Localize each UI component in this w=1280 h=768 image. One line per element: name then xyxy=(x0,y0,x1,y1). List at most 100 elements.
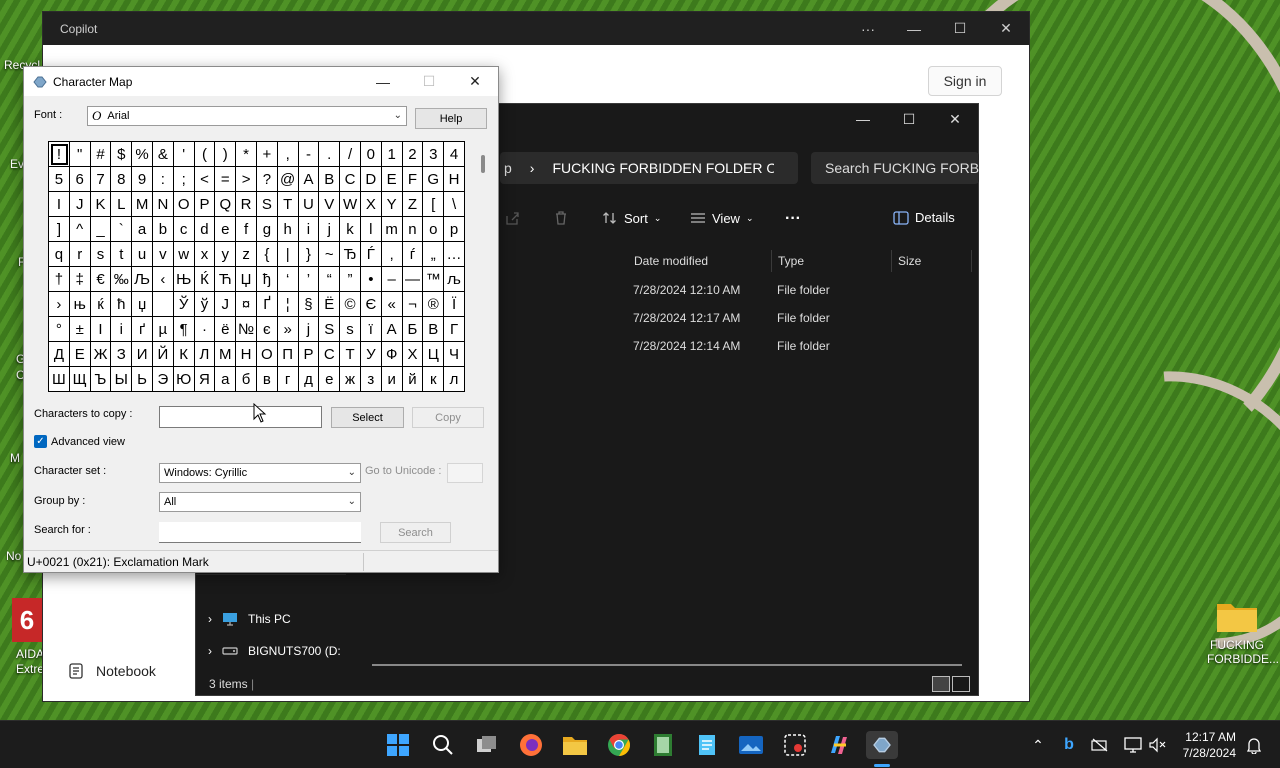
character-cell[interactable]: A xyxy=(298,167,320,192)
character-cell[interactable]: М xyxy=(215,342,237,367)
minimize-button[interactable]: — xyxy=(360,67,406,96)
character-cell[interactable]: L xyxy=(111,192,133,217)
character-cell[interactable]: P xyxy=(194,192,216,217)
character-set-dropdown[interactable]: Windows: Cyrillic ⌄ xyxy=(159,463,361,483)
character-cell[interactable]: Ы xyxy=(111,367,133,392)
character-cell[interactable]: » xyxy=(277,317,299,342)
character-cell[interactable]: i xyxy=(298,217,320,242)
character-cell[interactable]: С xyxy=(319,342,341,367)
character-cell[interactable]: c xyxy=(173,217,195,242)
character-cell[interactable]: . xyxy=(319,142,341,167)
desktop-icon-label[interactable]: No xyxy=(6,549,21,563)
scrollbar-thumb[interactable] xyxy=(481,155,485,173)
column-header-type[interactable]: Type xyxy=(772,250,892,272)
close-button[interactable]: ✕ xyxy=(452,67,498,96)
character-cell[interactable]: ! xyxy=(49,142,70,167)
character-cell[interactable]: Џ xyxy=(236,267,257,292)
character-cell[interactable]: д xyxy=(298,367,320,392)
character-cell[interactable]: ; xyxy=(173,167,195,192)
character-cell[interactable]: ђ xyxy=(256,267,278,292)
character-cell[interactable]: " xyxy=(69,142,91,167)
character-cell[interactable]: $ xyxy=(111,142,133,167)
character-cell[interactable]: 9 xyxy=(132,167,153,192)
character-cell[interactable]: y xyxy=(215,242,237,267)
character-cell[interactable]: ’ xyxy=(298,267,320,292)
character-cell[interactable]: M xyxy=(132,192,153,217)
character-cell[interactable]: Ё xyxy=(319,292,341,317)
task-view-button[interactable] xyxy=(473,731,501,759)
character-cell[interactable]: < xyxy=(194,167,216,192)
character-cell[interactable]: ~ xyxy=(319,242,341,267)
search-button[interactable]: Search xyxy=(380,522,451,543)
character-cell[interactable]: p xyxy=(444,217,465,242)
character-cell[interactable]: b xyxy=(152,217,174,242)
character-cell[interactable]: { xyxy=(256,242,278,267)
character-cell[interactable]: ё xyxy=(215,317,237,342)
column-header-size[interactable]: Size xyxy=(892,250,972,272)
character-cell[interactable]: Н xyxy=(236,342,257,367)
notebook-button[interactable]: Notebook xyxy=(68,663,156,679)
character-cell[interactable]: µ xyxy=(152,317,174,342)
character-cell[interactable]: Ш xyxy=(49,367,70,392)
share-button[interactable] xyxy=(504,210,520,226)
character-cell[interactable]: № xyxy=(236,317,257,342)
character-cell[interactable]: а xyxy=(215,367,237,392)
character-cell[interactable]: T xyxy=(277,192,299,217)
character-cell[interactable]: D xyxy=(360,167,382,192)
character-cell[interactable]: ќ xyxy=(90,292,112,317)
character-cell[interactable]: й xyxy=(402,367,424,392)
breadcrumb-current[interactable]: FUCKING FORBIDDEN FOLDER ON \ xyxy=(552,160,774,176)
character-cell[interactable]: ° xyxy=(49,317,70,342)
character-cell[interactable]: Ј xyxy=(215,292,237,317)
character-cell[interactable]: ‘ xyxy=(277,267,299,292)
character-cell[interactable]: ¬ xyxy=(402,292,424,317)
character-cell[interactable]: ‡ xyxy=(69,267,91,292)
character-cell[interactable]: ј xyxy=(298,317,320,342)
character-cell[interactable]: X xyxy=(360,192,382,217)
advanced-view-checkbox[interactable]: ✓ Advanced view xyxy=(34,435,125,448)
character-cell[interactable]: З xyxy=(111,342,133,367)
desktop-icon-label[interactable]: AIDA xyxy=(16,647,44,661)
character-cell[interactable]: « xyxy=(381,292,403,317)
character-cell[interactable]: Ћ xyxy=(215,267,237,292)
volume-button[interactable] xyxy=(1143,731,1171,759)
character-cell[interactable]: O xyxy=(173,192,195,217)
character-cell[interactable]: Ь xyxy=(132,367,153,392)
character-cell[interactable]: o xyxy=(423,217,445,242)
character-cell[interactable]: з xyxy=(360,367,382,392)
character-cell[interactable]: > xyxy=(236,167,257,192)
character-cell[interactable]: Х xyxy=(402,342,424,367)
character-cell[interactable]: б xyxy=(236,367,257,392)
character-cell[interactable]: l xyxy=(360,217,382,242)
character-cell[interactable]: / xyxy=(340,142,361,167)
character-cell[interactable]: K xyxy=(90,192,112,217)
character-map-taskbar-button[interactable] xyxy=(866,731,898,759)
character-cell[interactable] xyxy=(152,292,174,317)
character-cell[interactable]: Ѓ xyxy=(360,242,382,267)
character-cell[interactable]: 3 xyxy=(423,142,445,167)
character-cell[interactable]: + xyxy=(256,142,278,167)
character-cell[interactable]: П xyxy=(277,342,299,367)
firefox-button[interactable] xyxy=(517,731,545,759)
character-cell[interactable]: j xyxy=(319,217,341,242)
character-cell[interactable]: ‰ xyxy=(111,267,133,292)
character-cell[interactable]: ® xyxy=(423,292,445,317)
desktop-icon-label[interactable]: Extre xyxy=(16,662,44,676)
character-cell[interactable]: ` xyxy=(111,217,133,242)
character-cell[interactable]: ѓ xyxy=(402,242,424,267)
character-cell[interactable]: Э xyxy=(152,367,174,392)
character-cell[interactable]: њ xyxy=(69,292,91,317)
character-cell[interactable]: d xyxy=(194,217,216,242)
character-cell[interactable]: ї xyxy=(360,317,382,342)
character-cell[interactable]: t xyxy=(111,242,133,267)
character-cell[interactable]: Я xyxy=(194,367,216,392)
character-cell[interactable]: Т xyxy=(340,342,361,367)
character-cell[interactable]: & xyxy=(152,142,174,167)
character-cell[interactable]: Ж xyxy=(90,342,112,367)
character-cell[interactable]: Л xyxy=(194,342,216,367)
character-cell[interactable]: ў xyxy=(194,292,216,317)
character-cell[interactable]: V xyxy=(319,192,341,217)
show-hidden-icons-button[interactable]: ⌃ xyxy=(1024,731,1052,759)
character-cell[interactable]: – xyxy=(381,267,403,292)
character-cell[interactable]: Г xyxy=(444,317,465,342)
